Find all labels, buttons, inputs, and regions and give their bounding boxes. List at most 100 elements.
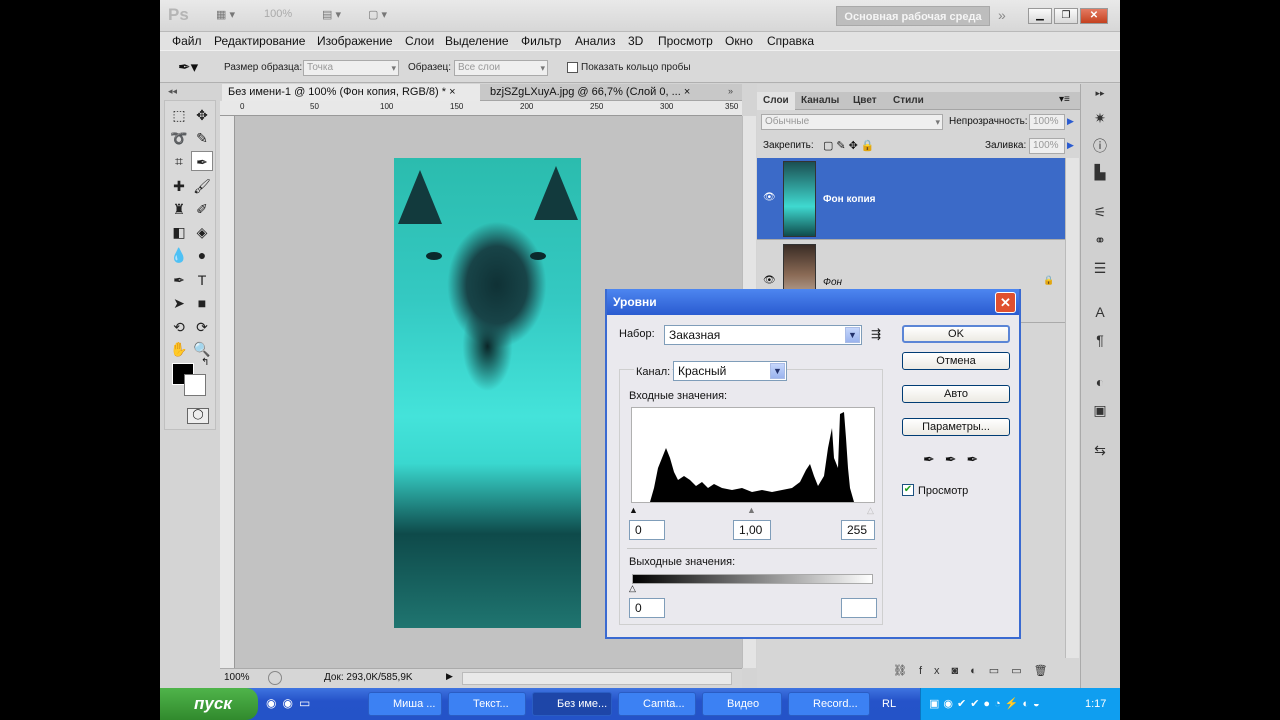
brush-presets-icon[interactable]: ☰: [1089, 260, 1111, 280]
eraser-tool-icon[interactable]: ◧: [168, 222, 190, 242]
more-workspaces[interactable]: »: [998, 7, 1006, 23]
task-camtasia[interactable]: Camta...: [618, 692, 696, 716]
history-brush-icon[interactable]: ✐: [191, 199, 213, 219]
pen-tool-icon[interactable]: ✒: [168, 270, 190, 290]
preview-checkbox[interactable]: ✔: [902, 484, 914, 496]
tab-bzjszgl[interactable]: bzjSZgLXuyA.jpg @ 66,7% (Слой 0, ... ×: [484, 84, 724, 101]
output-white-field[interactable]: [841, 598, 877, 618]
bridge-button[interactable]: ▦ ▾: [216, 8, 235, 24]
minimize-button[interactable]: ▁: [1028, 8, 1052, 24]
clone-stamp-icon[interactable]: ♜: [168, 199, 190, 219]
input-black-field[interactable]: 0: [629, 520, 665, 540]
start-button[interactable]: пуск: [160, 688, 258, 720]
white-point-slider[interactable]: △: [867, 505, 874, 516]
navigator-icon[interactable]: ✷: [1089, 110, 1111, 130]
options-button[interactable]: Параметры...: [902, 418, 1010, 436]
paragraph-icon[interactable]: ¶: [1089, 332, 1111, 352]
status-arrow-icon[interactable]: ▶: [446, 671, 453, 682]
workspace-switcher[interactable]: Основная рабочая среда: [836, 6, 990, 26]
sample-size-select[interactable]: Точка ▾: [303, 60, 399, 76]
histogram-icon[interactable]: ▙: [1089, 164, 1111, 184]
menu-edit[interactable]: Редактирование: [214, 34, 305, 48]
input-gamma-field[interactable]: 1,00: [733, 520, 771, 540]
crop-tool-icon[interactable]: ⌗: [168, 151, 190, 171]
actions-icon[interactable]: ⇆: [1089, 442, 1111, 462]
quick-select-tool-icon[interactable]: ✎: [191, 128, 213, 148]
task-recorder[interactable]: Record...: [788, 692, 870, 716]
task-video[interactable]: Видео: [702, 692, 782, 716]
tab-channels[interactable]: Каналы: [795, 92, 845, 110]
type-tool-icon[interactable]: T: [191, 270, 213, 290]
shape-tool-icon[interactable]: ■: [191, 293, 213, 313]
hand-tool-icon[interactable]: ✋: [168, 339, 190, 359]
black-point-slider[interactable]: ▲: [629, 505, 638, 515]
more-tabs-icon[interactable]: »: [728, 86, 733, 96]
layer-actions[interactable]: ⛓fx◙◐▭▭🗑: [757, 664, 1080, 684]
eyedropper-tool-icon[interactable]: ✒: [191, 151, 213, 171]
ok-button[interactable]: OK: [902, 325, 1010, 343]
preset-options-icon[interactable]: ⇶: [871, 327, 881, 341]
show-ring-checkbox[interactable]: [567, 62, 578, 73]
menu-window[interactable]: Окно: [725, 34, 753, 48]
menu-select[interactable]: Выделение: [445, 34, 509, 48]
blur-tool-icon[interactable]: 💧: [168, 245, 190, 265]
masks-icon[interactable]: ⚭: [1089, 232, 1111, 252]
tab-color[interactable]: Цвет: [847, 92, 883, 110]
background-color-swatch[interactable]: [184, 374, 206, 396]
task-misha[interactable]: Миша ...: [368, 692, 442, 716]
character-icon[interactable]: A: [1089, 304, 1111, 324]
info-icon[interactable]: ⓘ: [1089, 136, 1111, 156]
status-menu-icon[interactable]: [268, 671, 282, 685]
channel-select[interactable]: Красный ▼: [673, 361, 787, 381]
view-extras-button[interactable]: ▤ ▾: [322, 8, 341, 24]
3d-orbit-icon[interactable]: ⟳: [191, 317, 213, 337]
opacity-input[interactable]: 100%: [1029, 114, 1065, 130]
layer-name[interactable]: Фон копия: [823, 194, 875, 205]
panel-menu-icon[interactable]: ▾≡: [1059, 94, 1070, 105]
paint-bucket-icon[interactable]: ◈: [191, 222, 213, 242]
tab-styles[interactable]: Стили: [887, 92, 930, 110]
collapse-tools-icon[interactable]: ◂◂: [168, 86, 177, 97]
menu-3d[interactable]: 3D: [628, 34, 643, 48]
opacity-arrow-icon[interactable]: ▶: [1067, 116, 1074, 127]
layer-name[interactable]: Фон: [823, 277, 842, 288]
visibility-eye-icon[interactable]: 👁: [763, 275, 776, 286]
menu-help[interactable]: Справка: [767, 34, 814, 48]
gamma-slider[interactable]: ▲: [747, 505, 756, 515]
adjustments-icon[interactable]: ⚟: [1089, 204, 1111, 224]
dialog-close-button[interactable]: ✕: [995, 292, 1016, 313]
tab-layers[interactable]: Слои: [757, 92, 795, 110]
eyedropper-tool-preset-icon[interactable]: ✒▾: [178, 58, 198, 76]
zoom-tool-icon[interactable]: 🔍: [191, 339, 213, 359]
collapse-dock-icon[interactable]: ▸▸: [1089, 88, 1111, 108]
task-text[interactable]: Текст...: [448, 692, 526, 716]
move-tool-icon[interactable]: ✥: [191, 105, 213, 125]
visibility-eye-icon[interactable]: 👁: [763, 192, 776, 203]
fill-arrow-icon[interactable]: ▶: [1067, 140, 1074, 151]
menu-analysis[interactable]: Анализ: [575, 34, 616, 48]
fill-input[interactable]: 100%: [1029, 138, 1065, 154]
layer-comps-icon[interactable]: ◐: [1089, 374, 1111, 394]
menu-image[interactable]: Изображение: [317, 34, 393, 48]
auto-button[interactable]: Авто: [902, 385, 1010, 403]
restore-button[interactable]: ❐: [1054, 8, 1078, 24]
lasso-tool-icon[interactable]: ➰: [168, 128, 190, 148]
path-select-icon[interactable]: ➤: [168, 293, 190, 313]
zoom-level[interactable]: 100%: [264, 8, 292, 24]
cancel-button[interactable]: Отмена: [902, 352, 1010, 370]
output-black-field[interactable]: 0: [629, 598, 665, 618]
lock-icons[interactable]: ▢✎✥🔒: [823, 139, 878, 152]
input-white-field[interactable]: 255: [841, 520, 875, 540]
menu-view[interactable]: Просмотр: [658, 34, 713, 48]
menu-filter[interactable]: Фильтр: [521, 34, 561, 48]
brush-tool-icon[interactable]: 🖌: [191, 176, 213, 196]
menu-file[interactable]: Файл: [172, 34, 202, 48]
task-photoshop[interactable]: Без име...: [532, 692, 612, 716]
dodge-tool-icon[interactable]: ●: [191, 245, 213, 265]
sample-select[interactable]: Все слои ▾: [454, 60, 548, 76]
eyedropper-icons[interactable]: ✒✒✒: [923, 451, 988, 468]
tab-untitled-1[interactable]: Без имени-1 @ 100% (Фон копия, RGB/8) * …: [222, 84, 480, 101]
status-zoom[interactable]: 100%: [224, 672, 250, 683]
screen-mode-button[interactable]: ▢ ▾: [368, 8, 387, 24]
close-button[interactable]: ✕: [1080, 8, 1108, 24]
